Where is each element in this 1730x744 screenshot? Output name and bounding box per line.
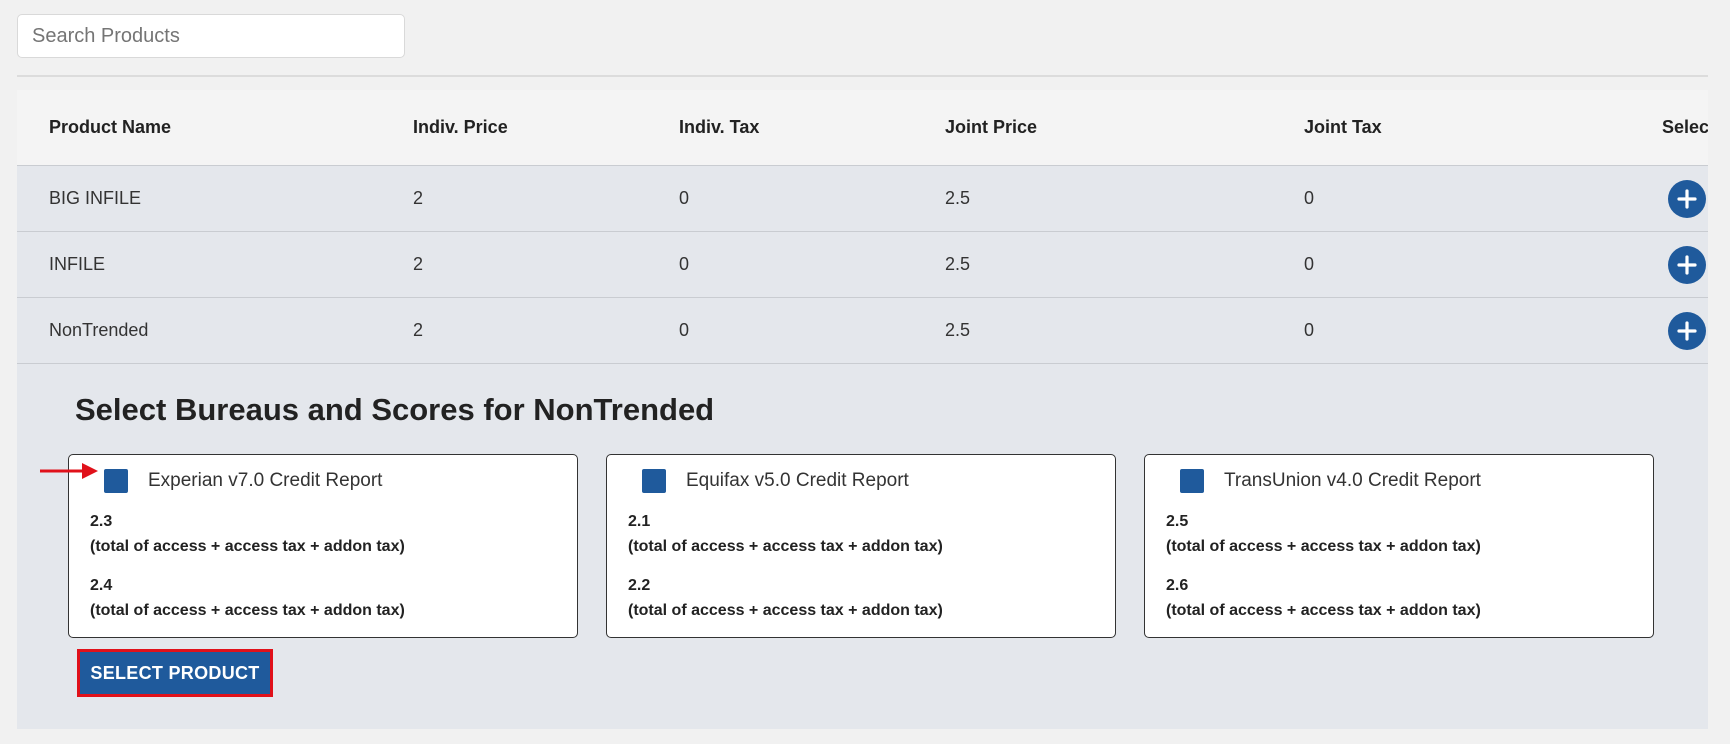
cell-indiv-tax: 0 (679, 188, 690, 208)
bureau-card-header: Equifax v5.0 Credit Report (642, 469, 909, 493)
table-row: NonTrended 2 0 2.5 0 (17, 297, 1708, 363)
score-option: 2.3 (total of access + access tax + addo… (90, 509, 405, 559)
cell-product-name: INFILE (49, 254, 106, 274)
cell-product-name: BIG INFILE (49, 188, 142, 208)
cell-joint-price: 2.5 (945, 188, 971, 208)
score-option: 2.2 (total of access + access tax + addo… (628, 573, 943, 623)
add-product-button[interactable] (1668, 311, 1706, 350)
bureau-label: Experian v7.0 Credit Report (148, 470, 383, 491)
plus-icon (1677, 320, 1697, 341)
cell-joint-tax: 0 (1304, 188, 1315, 208)
add-product-button[interactable] (1668, 179, 1706, 218)
table-row: BIG INFILE 2 0 2.5 0 (17, 165, 1708, 231)
bureau-card-header: TransUnion v4.0 Credit Report (1180, 469, 1481, 493)
bureau-checkbox[interactable] (1180, 469, 1204, 493)
score-option: 2.1 (total of access + access tax + addo… (628, 509, 943, 559)
search-container (17, 14, 405, 58)
cell-indiv-tax: 0 (679, 320, 690, 340)
bureau-checkbox[interactable] (642, 469, 666, 493)
score-value: 2.5 (1166, 513, 1189, 530)
score-note: (total of access + access tax + addon ta… (1166, 538, 1481, 555)
cell-joint-price: 2.5 (945, 320, 971, 340)
header-joint-price: Joint Price (945, 117, 1038, 137)
plus-icon (1677, 188, 1697, 209)
cell-joint-tax: 0 (1304, 254, 1315, 274)
cell-indiv-price: 2 (413, 188, 424, 208)
bureau-checkbox[interactable] (104, 469, 128, 493)
header-indiv-price: Indiv. Price (413, 117, 508, 137)
score-option: 2.4 (total of access + access tax + addo… (90, 573, 405, 623)
bureau-card-equifax: Equifax v5.0 Credit Report 2.1 (total of… (606, 454, 1116, 638)
select-product-button[interactable]: SELECT PRODUCT (77, 649, 273, 697)
header-indiv-tax: Indiv. Tax (679, 117, 760, 137)
bureau-label: TransUnion v4.0 Credit Report (1224, 470, 1481, 491)
score-value: 2.6 (1166, 577, 1189, 594)
divider (17, 75, 1708, 77)
header-product-name: Product Name (49, 117, 172, 137)
cell-indiv-tax: 0 (679, 254, 690, 274)
panel-title: Select Bureaus and Scores for NonTrended (75, 392, 715, 427)
score-value: 2.3 (90, 513, 113, 530)
score-note: (total of access + access tax + addon ta… (1166, 602, 1481, 619)
cell-indiv-price: 2 (413, 254, 424, 274)
header-select: Select (1662, 117, 1708, 137)
score-option: 2.6 (total of access + access tax + addo… (1166, 573, 1481, 623)
plus-icon (1677, 254, 1697, 275)
score-note: (total of access + access tax + addon ta… (90, 602, 405, 619)
red-arrow-icon (40, 463, 98, 479)
cell-product-name: NonTrended (49, 320, 149, 340)
bureau-card-header: Experian v7.0 Credit Report (104, 469, 382, 493)
search-input[interactable] (17, 14, 405, 58)
score-note: (total of access + access tax + addon ta… (628, 602, 943, 619)
score-note: (total of access + access tax + addon ta… (90, 538, 405, 555)
cell-indiv-price: 2 (413, 320, 424, 340)
bureau-label: Equifax v5.0 Credit Report (686, 470, 909, 491)
bureau-card-experian: Experian v7.0 Credit Report 2.3 (total o… (68, 454, 578, 638)
add-product-button[interactable] (1668, 245, 1706, 284)
table-header: Product Name Indiv. Price Indiv. Tax Joi… (17, 90, 1708, 165)
header-joint-tax: Joint Tax (1304, 117, 1382, 137)
score-value: 2.1 (628, 513, 651, 530)
score-note: (total of access + access tax + addon ta… (628, 538, 943, 555)
cell-joint-price: 2.5 (945, 254, 971, 274)
score-value: 2.2 (628, 577, 651, 594)
products-table: Product Name Indiv. Price Indiv. Tax Joi… (17, 90, 1708, 729)
score-value: 2.4 (90, 577, 113, 594)
table-row: INFILE 2 0 2.5 0 (17, 231, 1708, 297)
bureau-card-transunion: TransUnion v4.0 Credit Report 2.5 (total… (1144, 454, 1654, 638)
score-option: 2.5 (total of access + access tax + addo… (1166, 509, 1481, 559)
bureau-selection-panel: Select Bureaus and Scores for NonTrended… (17, 363, 1708, 729)
cell-joint-tax: 0 (1304, 320, 1315, 340)
